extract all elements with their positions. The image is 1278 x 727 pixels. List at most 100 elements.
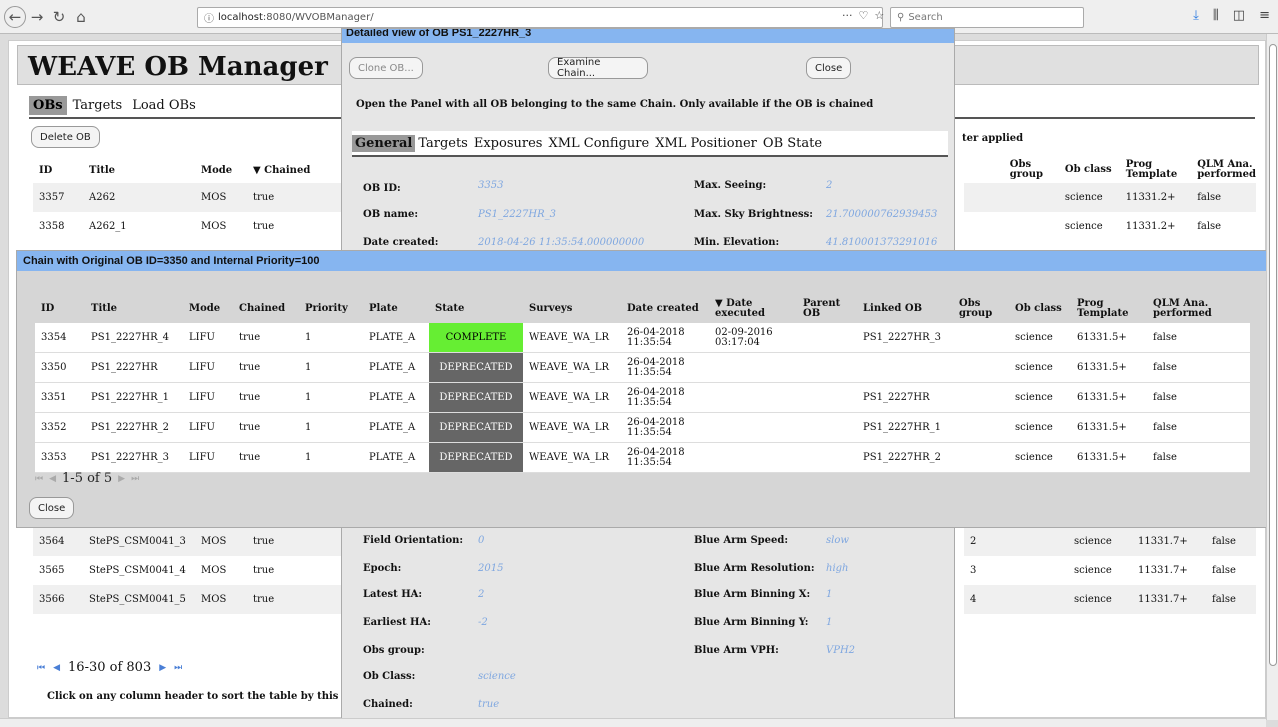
cell-linked: PS1_2227HR_3 <box>857 323 953 353</box>
menu-icon[interactable]: ≡ <box>1259 8 1270 23</box>
col-priority[interactable]: Priority <box>299 295 363 323</box>
cell-class: science <box>1074 594 1112 605</box>
next-page-icon[interactable]: ▶ <box>159 663 166 673</box>
tab-ob-state[interactable]: OB State <box>760 135 825 152</box>
field-value: 2018-04-26 11:35:54.000000000 <box>478 237 645 248</box>
prev-page-icon[interactable]: ◀ <box>49 474 56 484</box>
col-chained[interactable]: ▼ Chained <box>247 157 343 183</box>
tab-xml-configure[interactable]: XML Configure <box>545 135 652 152</box>
cell-cls: science <box>1009 352 1071 383</box>
chain-table-row[interactable]: 3352 PS1_2227HR_2 LIFU true 1 PLATE_A DEPRECAT… <box>35 412 1250 443</box>
col-id[interactable]: ID <box>33 157 83 183</box>
horizontal-scrollbar[interactable] <box>0 718 1266 727</box>
pocket-icon[interactable]: ♡ <box>859 9 869 22</box>
field-value: 41.810001373291016 <box>826 237 938 248</box>
clone-ob-button[interactable]: Clone OB... <box>349 57 423 79</box>
url-icons: ··· ♡ ☆ <box>842 9 884 22</box>
col-obs-group[interactable]: Obs group <box>953 295 1009 323</box>
col-obs-group[interactable]: Obs group <box>1004 157 1059 183</box>
tab-general[interactable]: General <box>352 134 416 152</box>
field-label: Obs group: <box>363 645 425 656</box>
table-row[interactable]: 3566 StePS_CSM0041_5 MOS true <box>33 585 343 614</box>
col-linked-ob[interactable]: Linked OB <box>857 295 953 323</box>
col-chained[interactable]: Chained <box>233 295 299 323</box>
col-prog-template[interactable]: Prog Template <box>1071 295 1147 323</box>
library-icon[interactable]: ⫼ <box>1213 8 1219 23</box>
col-plate[interactable]: Plate <box>363 295 429 323</box>
download-icon[interactable]: ⤓ <box>1193 8 1199 23</box>
prev-page-icon[interactable]: ◀ <box>53 663 60 673</box>
field-value: PS1_2227HR_3 <box>478 209 557 220</box>
bookmark-star-icon[interactable]: ☆ <box>874 9 884 22</box>
col-title[interactable]: Title <box>85 295 183 323</box>
col-qlm[interactable]: QLM Ana. performed <box>1191 157 1256 183</box>
url-bar[interactable]: ⓘ localhost:8080/WVOBManager/ <box>197 7 883 28</box>
close-detail-button[interactable]: Close <box>806 57 852 79</box>
col-state[interactable]: State <box>429 295 523 323</box>
tab-load-obs[interactable]: Load OBs <box>128 96 200 115</box>
tab-targets[interactable]: Targets <box>69 96 127 115</box>
forward-icon[interactable]: → <box>26 6 48 28</box>
cell-id: 3350 <box>35 352 85 383</box>
table-row[interactable]: 3565 StePS_CSM0041_4 MOS true <box>33 556 343 585</box>
col-surveys[interactable]: Surveys <box>523 295 621 323</box>
app-title: WEAVE OB Manager <box>28 52 328 82</box>
table-row[interactable]: 3358 A262_1 MOS true <box>33 212 343 241</box>
sidebar-icon[interactable]: ◫ <box>1233 8 1245 23</box>
cell-prog: 61331.5+ <box>1071 442 1147 473</box>
close-chain-button[interactable]: Close <box>29 497 75 519</box>
tab-xml-positioner[interactable]: XML Positioner <box>652 135 760 152</box>
search-bar[interactable]: ⚲ Search <box>890 7 1084 28</box>
examine-chain-button[interactable]: Examine Chain... <box>548 57 648 79</box>
table-row[interactable]: science 11331.2+ false <box>964 183 1256 212</box>
col-mode[interactable]: Mode <box>195 157 247 183</box>
cell-surveys: WEAVE_WA_LR <box>523 352 621 383</box>
table-row[interactable]: 3564 StePS_CSM0041_3 MOS true <box>33 527 343 556</box>
table-row[interactable]: science 11331.2+ false <box>964 212 1256 241</box>
page-actions-icon[interactable]: ··· <box>842 9 853 22</box>
col-id[interactable]: ID <box>35 295 85 323</box>
chain-table-row[interactable]: 3350 PS1_2227HR LIFU true 1 PLATE_A DEPRECATED… <box>35 352 1250 383</box>
cell-prog: 61331.5+ <box>1071 352 1147 383</box>
col-qlm[interactable]: QLM Ana. performed <box>1147 295 1250 323</box>
col-mode[interactable]: Mode <box>183 295 233 323</box>
table-row[interactable]: 2 science 11331.7+ false <box>964 527 1256 556</box>
cell-linked: PS1_2227HR <box>857 382 953 413</box>
table-row[interactable]: 3 science 11331.7+ false <box>964 556 1256 585</box>
home-icon[interactable]: ⌂ <box>70 6 92 28</box>
tab-exposures[interactable]: Exposures <box>471 135 546 152</box>
chain-table-row[interactable]: 3353 PS1_2227HR_3 LIFU true 1 PLATE_A DEPRECAT… <box>35 442 1250 473</box>
cell-title: A262_1 <box>89 221 127 232</box>
col-title[interactable]: Title <box>83 157 195 183</box>
field-value: slow <box>826 535 849 546</box>
back-icon[interactable]: ← <box>4 5 26 28</box>
col-ob-class[interactable]: Ob class <box>1009 295 1071 323</box>
col-parent-ob[interactable]: Parent OB <box>797 295 857 323</box>
cell-grp <box>953 412 1009 443</box>
table-row[interactable]: 4 science 11331.7+ false <box>964 585 1256 614</box>
chain-table-row[interactable]: 3351 PS1_2227HR_1 LIFU true 1 PLATE_A DEPRECAT… <box>35 382 1250 413</box>
tab-obs[interactable]: OBs <box>29 95 67 115</box>
vertical-scrollbar[interactable] <box>1266 34 1278 720</box>
table-row[interactable]: 3357 A262 MOS true <box>33 183 343 212</box>
detail-tabs: General Targets Exposures XML Configure … <box>352 131 948 157</box>
delete-ob-button[interactable]: Delete OB <box>31 126 100 148</box>
col-prog-template[interactable]: Prog Template <box>1120 157 1191 183</box>
next-page-icon[interactable]: ▶ <box>118 474 125 484</box>
cell-surveys: WEAVE_WA_LR <box>523 323 621 353</box>
col-date-created[interactable]: Date created <box>621 295 709 323</box>
cell-mode: MOS <box>201 565 227 576</box>
col-ob-class[interactable]: Ob class <box>1059 157 1120 183</box>
tab-targets[interactable]: Targets <box>415 135 471 152</box>
last-page-icon[interactable]: ⏭ <box>131 474 139 484</box>
last-page-icon[interactable]: ⏭ <box>174 663 182 673</box>
cell-group: 2 <box>970 536 977 547</box>
first-page-icon[interactable]: ⏮ <box>37 663 45 673</box>
first-page-icon[interactable]: ⏮ <box>35 474 43 484</box>
cell-chained: true <box>253 594 275 605</box>
cell-group: 4 <box>970 594 977 605</box>
chain-table-row[interactable]: 3354 PS1_2227HR_4 LIFU true 1 PLATE_A COMPLETE… <box>35 323 1250 353</box>
cell-created: 26-04-2018 11:35:54 <box>621 323 709 353</box>
reload-icon[interactable]: ↻ <box>48 6 70 28</box>
col-date-executed[interactable]: ▼ Date executed <box>709 295 797 323</box>
